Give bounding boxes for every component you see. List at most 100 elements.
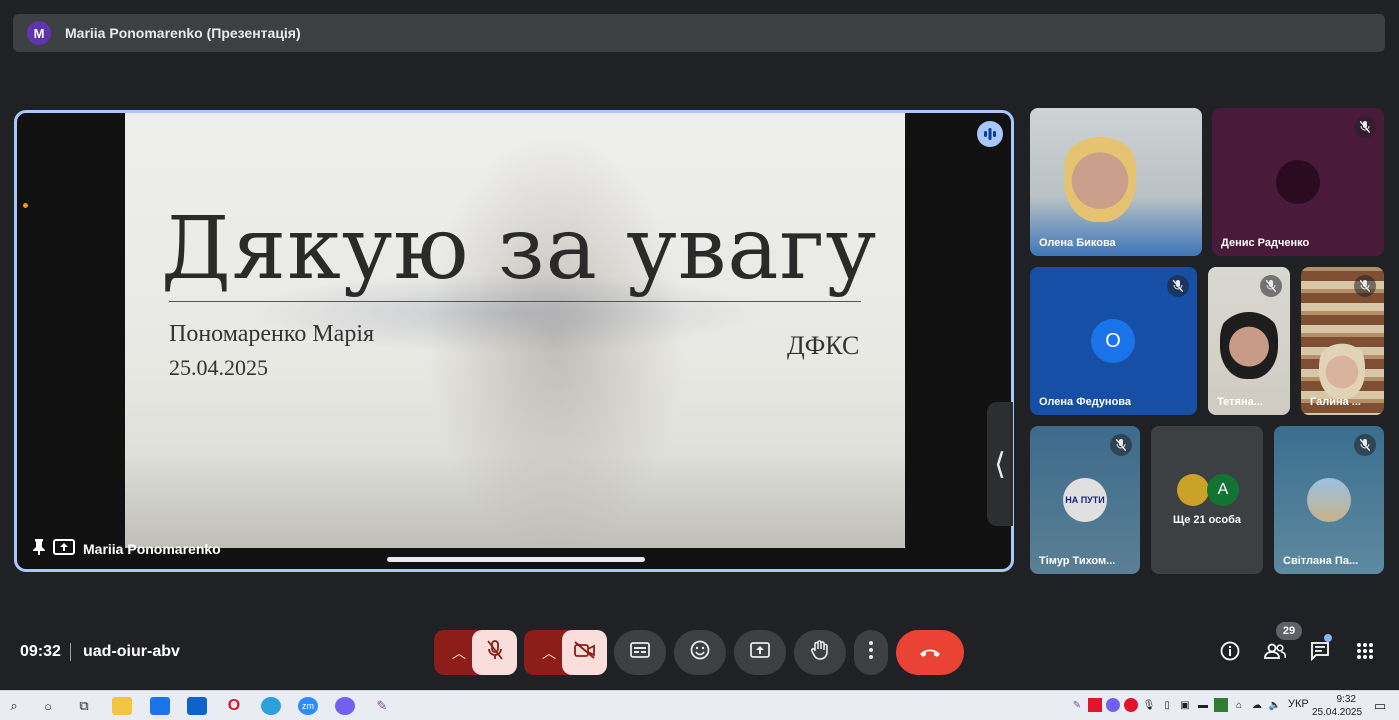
chat-icon [1310, 641, 1330, 666]
participant-tile[interactable]: НА ПУТИ Тімур Тихом... [1030, 426, 1140, 574]
stage-presenter-name: Mariia Ponomarenko [83, 541, 221, 557]
pen-icon[interactable]: ✎ [372, 697, 392, 715]
participant-avatar: А [1207, 474, 1239, 506]
opera-icon[interactable] [1124, 698, 1138, 712]
zoom-icon[interactable]: zm [298, 697, 318, 715]
presenter-title: Mariia Ponomarenko (Презентація) [65, 25, 301, 41]
presenter-bar: M Mariia Ponomarenko (Презентація) [13, 14, 1385, 52]
people-button[interactable] [1262, 640, 1288, 666]
viber-icon[interactable] [335, 697, 355, 715]
divider [70, 643, 71, 661]
info-icon [1220, 641, 1240, 666]
chat-button[interactable] [1307, 640, 1333, 666]
cloud-icon[interactable]: ☁ [1250, 698, 1264, 712]
mic-off-icon [1260, 275, 1282, 297]
opera-icon[interactable]: O [224, 697, 244, 715]
slide-title: Дякую за увагу [161, 199, 878, 299]
file-explorer-icon[interactable] [112, 697, 132, 715]
reactions-button[interactable] [674, 630, 726, 675]
present-now-button[interactable] [734, 630, 786, 675]
emoji-icon [690, 640, 710, 665]
participant-name: Тетяна... [1217, 396, 1263, 408]
volume-icon[interactable]: 🔈 [1268, 698, 1282, 712]
present-screen-icon [53, 539, 75, 559]
presenter-avatar: M [27, 21, 51, 45]
activity-dot [23, 203, 28, 208]
taskbar-time[interactable]: 9:32 [1320, 694, 1356, 705]
participant-avatar: НА ПУТИ [1063, 478, 1107, 522]
tray-app-icon[interactable] [1214, 698, 1228, 712]
more-vert-icon [869, 641, 873, 664]
leave-call-button[interactable] [896, 630, 964, 675]
slide-background-ground [125, 453, 905, 548]
participant-name: Олена Бикова [1039, 237, 1116, 249]
participant-tile[interactable]: О Олена Федунова [1030, 267, 1197, 415]
mic-off-icon [1167, 275, 1189, 297]
captions-button[interactable] [614, 630, 666, 675]
tray-app-icon[interactable]: ▣ [1178, 698, 1192, 712]
participant-tile[interactable]: Галина ... [1301, 267, 1384, 415]
language-indicator[interactable]: УКР [1288, 698, 1309, 710]
participant-tile[interactable]: Світлана Па... [1274, 426, 1384, 574]
apps-grid-icon [1356, 642, 1374, 665]
activities-button[interactable] [1352, 640, 1378, 666]
participant-name: Світлана Па... [1283, 555, 1359, 567]
camera-toggle-button[interactable] [562, 630, 607, 675]
participant-name: Олена Федунова [1039, 396, 1132, 408]
more-options-button[interactable] [854, 630, 888, 675]
audio-wave-icon [977, 121, 1003, 147]
presentation-slide: Дякую за увагу Пономаренко Марія 25.04.2… [125, 113, 905, 548]
participant-avatar [1177, 474, 1209, 506]
microphone-icon[interactable]: 🎙 [1142, 698, 1156, 712]
chevron-left-icon[interactable]: ⟨ [987, 402, 1013, 526]
participant-avatar [1307, 478, 1351, 522]
slide-author: Пономаренко Марія [169, 321, 375, 347]
cortana-icon[interactable]: ○ [38, 697, 58, 715]
viber-icon[interactable] [1106, 698, 1120, 712]
notifications-icon[interactable]: ▭ [1370, 697, 1390, 715]
battery-icon[interactable]: ▯ [1160, 698, 1174, 712]
more-participants-tile[interactable]: А Ще 21 особа [1151, 426, 1263, 574]
hand-icon [811, 640, 829, 665]
chevron-up-icon: ︿ [542, 644, 556, 661]
microphone-toggle-button[interactable] [472, 630, 517, 675]
telegram-icon[interactable] [261, 697, 281, 715]
present-screen-icon [750, 642, 770, 663]
taskbar-date[interactable]: 25.04.2025 [1312, 707, 1362, 718]
network-icon[interactable]: ⌂ [1232, 698, 1246, 712]
participant-name: Галина ... [1310, 396, 1361, 408]
chevron-up-icon: ︿ [452, 644, 466, 661]
mail-icon[interactable] [187, 697, 207, 715]
camera-off-icon [573, 641, 596, 664]
meet-window: M Mariia Ponomarenko (Презентація) Дякую… [0, 0, 1399, 720]
pen-icon[interactable]: ✎ [1070, 698, 1084, 712]
participant-video [1319, 339, 1365, 399]
participant-name: Денис Радченко [1221, 237, 1310, 249]
presentation-stage[interactable]: Дякую за увагу Пономаренко Марія 25.04.2… [14, 110, 1014, 572]
mic-off-icon [1354, 116, 1376, 138]
meeting-details-button[interactable] [1217, 640, 1243, 666]
task-view-icon[interactable]: ⧉ [74, 697, 94, 715]
slide-date: 25.04.2025 [169, 355, 268, 380]
mic-off-icon [1110, 434, 1132, 456]
call-end-icon [918, 642, 942, 663]
display-icon[interactable]: ▬ [1196, 698, 1210, 712]
mic-off-icon [1354, 434, 1376, 456]
participant-tile[interactable]: Тетяна... [1208, 267, 1290, 415]
closed-captions-icon [630, 642, 650, 663]
raise-hand-button[interactable] [794, 630, 846, 675]
participants-count-badge: 29 [1276, 622, 1302, 640]
meeting-controls-bar: 09:32 uad-oiur-abv ︿ ︿ 29 [0, 620, 1399, 686]
slide-org: ДФКС [787, 331, 860, 360]
stage-scroll-bar[interactable] [387, 557, 645, 562]
tray-app-icon[interactable] [1088, 698, 1102, 712]
slide-divider [169, 301, 861, 302]
participant-tile[interactable]: Олена Бикова [1030, 108, 1202, 256]
participant-avatar [1276, 160, 1320, 204]
pin-icon[interactable] [33, 539, 45, 559]
search-icon[interactable]: ⌕ [4, 697, 24, 715]
participant-tile[interactable]: Денис Радченко [1212, 108, 1384, 256]
stage-presenter-label: Mariia Ponomarenko [33, 539, 221, 559]
store-icon[interactable] [150, 697, 170, 715]
participant-video [1220, 307, 1278, 379]
